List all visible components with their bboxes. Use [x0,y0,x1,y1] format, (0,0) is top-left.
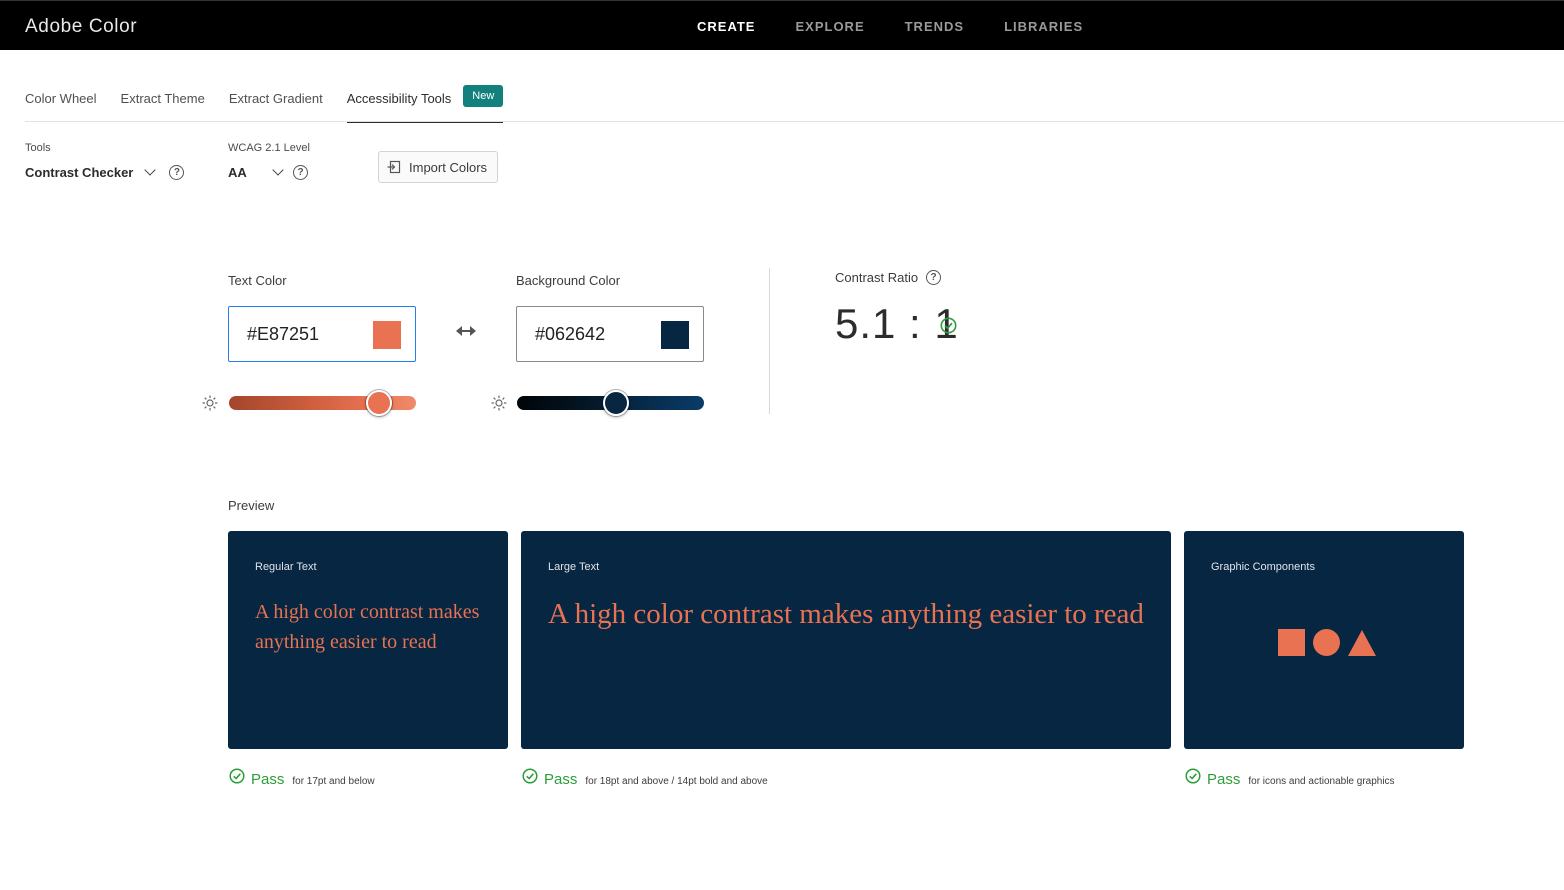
nav-trends[interactable]: TRENDS [905,19,964,34]
graphic-components-title: Graphic Components [1211,561,1315,573]
background-color-label: Background Color [516,273,621,288]
result-note: for 17pt and below [292,776,375,787]
nav-create[interactable]: CREATE [697,19,755,34]
top-nav: CREATE EXPLORE TRENDS LIBRARIES [697,19,1083,34]
contrast-ratio-header: Contrast Ratio ? [835,270,942,285]
large-text-title: Large Text [548,561,600,573]
tab-color-wheel[interactable]: Color Wheel [25,84,97,123]
result-note: for 18pt and above / 14pt bold and above [585,776,768,787]
regular-text-title: Regular Text [255,561,317,573]
text-color-label: Text Color [228,273,287,288]
background-color-input[interactable]: #062642 [516,306,704,362]
nav-explore[interactable]: EXPLORE [795,19,864,34]
app-title[interactable]: Adobe Color [25,16,137,38]
vertical-divider [769,268,770,414]
background-color-swatch[interactable] [661,321,689,349]
large-text-preview-card: Large Text A high color contrast makes a… [521,531,1171,749]
wcag-dropdown[interactable]: AA [228,165,274,180]
check-circle-icon [522,768,538,784]
top-bar: Adobe Color CREATE EXPLORE TRENDS LIBRAR… [0,0,1564,50]
text-color-slider-thumb[interactable] [365,390,392,416]
graphic-components-preview-card: Graphic Components [1184,531,1464,749]
graphic-shapes [1278,629,1376,656]
help-icon[interactable]: ? [293,164,308,180]
pass-label: Pass [544,771,578,788]
import-colors-button[interactable]: Import Colors [378,151,498,183]
regular-text-result: Pass for 17pt and below [229,768,375,788]
check-circle-icon [1185,768,1201,784]
circle-shape-icon [1313,629,1340,656]
regular-text-sample: A high color contrast makes anything eas… [255,601,480,653]
tools-selector: Tools Contrast Checker ? [25,142,185,181]
help-icon[interactable]: ? [926,270,942,285]
wcag-selector: WCAG 2.1 Level AA ? [228,142,310,181]
text-color-input[interactable]: #E87251 [228,306,416,362]
triangle-shape-icon [1348,629,1376,656]
import-icon [387,160,401,174]
create-tabs: Color Wheel Extract Theme Extract Gradie… [25,84,504,123]
wcag-label: WCAG 2.1 Level [228,142,310,154]
help-icon[interactable]: ? [169,164,185,180]
tab-extract-theme[interactable]: Extract Theme [121,84,205,123]
swap-colors-icon[interactable] [456,324,476,338]
background-color-hex: #062642 [535,323,606,344]
contrast-ratio-label: Contrast Ratio [835,270,919,285]
new-badge: New [463,85,504,107]
tab-accessibility-tools[interactable]: Accessibility Tools New [346,84,504,123]
tab-extract-gradient[interactable]: Extract Gradient [229,84,323,123]
square-shape-icon [1278,629,1305,656]
pass-label: Pass [1207,771,1241,788]
graphic-components-result: Pass for icons and actionable graphics [1185,768,1395,788]
background-color-slider-thumb[interactable] [603,390,630,416]
brightness-icon [202,395,218,411]
brightness-icon [491,395,507,411]
chevron-down-icon[interactable] [272,164,284,176]
pass-label: Pass [251,771,285,788]
large-text-result: Pass for 18pt and above / 14pt bold and … [522,768,768,788]
result-note: for icons and actionable graphics [1248,776,1395,787]
preview-label: Preview [228,498,275,513]
tabs-divider [25,121,1564,122]
chevron-down-icon[interactable] [144,164,157,176]
text-color-hex: #E87251 [247,323,320,344]
regular-text-preview-card: Regular Text A high color contrast makes… [228,531,508,749]
check-circle-icon [940,317,957,334]
tools-dropdown[interactable]: Contrast Checker [25,165,133,180]
text-color-swatch[interactable] [373,321,401,349]
tab-accessibility-tools-label: Accessibility Tools [346,91,452,106]
check-circle-icon [229,768,245,784]
tools-label: Tools [25,142,51,154]
nav-libraries[interactable]: LIBRARIES [1004,19,1083,34]
import-colors-label: Import Colors [409,159,488,175]
large-text-sample: A high color contrast makes anything eas… [548,598,1144,630]
